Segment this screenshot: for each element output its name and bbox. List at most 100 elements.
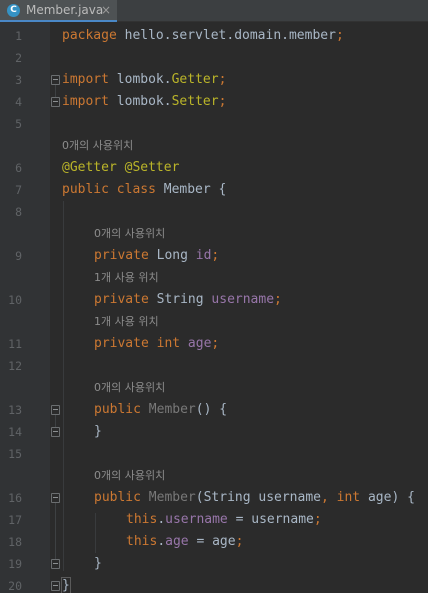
code-text: age) { — [360, 490, 415, 505]
code-type: String — [148, 292, 212, 307]
usage-hint[interactable]: 0개의 사용위치 — [94, 377, 165, 399]
code-type: Long — [148, 248, 196, 263]
fold-icon[interactable] — [51, 405, 60, 415]
fold-icon[interactable] — [51, 581, 60, 591]
code-annotation-class: Setter — [171, 94, 219, 109]
code-brace: } — [94, 424, 102, 439]
code-keyword: int — [328, 490, 361, 505]
line-number: 11 — [8, 337, 22, 351]
code-field: age — [187, 336, 212, 351]
usage-hint[interactable]: 0개의 사용위치 — [94, 223, 165, 245]
line-number: 2 — [15, 51, 22, 65]
line-number: 15 — [8, 447, 22, 461]
line-number: 5 — [15, 117, 22, 131]
fold-icon[interactable] — [51, 559, 60, 569]
code-semicolon: ; — [211, 248, 220, 263]
code-comma: , — [321, 490, 329, 505]
code-annotation: @Getter @Setter — [62, 160, 180, 175]
code-annotation-class: Getter — [171, 72, 219, 87]
fold-connector — [55, 414, 56, 428]
code-text: () { — [195, 402, 228, 417]
line-number: 13 — [8, 403, 22, 417]
code-keyword: import — [62, 94, 109, 109]
code-line: import lombok.Getter; — [62, 69, 226, 91]
line-number: 17 — [8, 513, 22, 527]
code-semicolon: ; — [335, 28, 344, 43]
code-text: . — [157, 512, 166, 527]
code-constructor-name: Member — [140, 490, 196, 505]
code-line: public Member(String username, int age) … — [94, 487, 415, 509]
code-line: package hello.servlet.domain.member; — [62, 25, 344, 47]
usage-hint[interactable]: 0개의 사용위치 — [62, 135, 133, 157]
code-semicolon: ; — [274, 292, 282, 307]
code-semicolon: ; — [218, 94, 227, 109]
close-icon[interactable]: × — [101, 3, 111, 17]
line-number: 14 — [8, 425, 22, 439]
code-brace: } — [61, 577, 71, 593]
usage-hint[interactable]: 1개 사용 위치 — [94, 267, 159, 289]
code-keyword: private — [94, 248, 149, 263]
line-number: 20 — [8, 579, 22, 593]
fold-connector — [55, 502, 56, 560]
fold-icon[interactable] — [51, 427, 60, 437]
code-keyword: private int — [94, 336, 181, 351]
line-number: 7 — [15, 183, 22, 197]
code-line: public class Member { — [62, 179, 226, 201]
indent-guide — [95, 513, 96, 553]
line-number: 10 — [8, 293, 22, 307]
code-text: = username — [227, 512, 314, 527]
code-text: (String username — [195, 490, 321, 505]
code-semicolon: ; — [218, 72, 227, 87]
tab-member-java[interactable]: C Member.java × — [0, 0, 117, 22]
code-keyword: public — [94, 402, 141, 417]
java-class-icon: C — [7, 4, 20, 17]
code-type — [180, 336, 188, 351]
code-semicolon: ; — [313, 512, 322, 527]
editor-tab-bar: C Member.java × — [0, 0, 428, 22]
line-number: 8 — [15, 205, 22, 219]
code-line: private Long id; — [94, 245, 219, 267]
code-brace: } — [94, 556, 102, 571]
code-keyword: this — [126, 512, 158, 527]
line-number: 19 — [8, 557, 22, 571]
code-constructor-name: Member — [140, 402, 196, 417]
code-line: private int age; — [94, 333, 219, 355]
fold-icon[interactable] — [51, 97, 60, 107]
line-number: 9 — [15, 249, 22, 263]
code-text: hello.servlet.domain.member — [116, 28, 336, 43]
line-number: 6 — [15, 161, 22, 175]
code-line: } — [61, 575, 71, 593]
line-number: 18 — [8, 535, 22, 549]
code-keyword: private — [94, 292, 149, 307]
line-number: 1 — [15, 29, 22, 43]
tab-title: Member.java — [26, 3, 104, 17]
code-line: @Getter @Setter — [62, 157, 179, 179]
code-text: = age — [188, 534, 236, 549]
code-keyword: public class — [62, 182, 156, 197]
usage-hint[interactable]: 1개 사용 위치 — [94, 311, 159, 333]
code-line: public Member() { — [94, 399, 227, 421]
code-line: this.username = username; — [126, 509, 322, 531]
indent-guide — [63, 201, 64, 571]
editor-window: C Member.java × 1 2 3 4 5 6 7 8 9 10 11 … — [0, 0, 428, 593]
code-text: lombok. — [108, 72, 172, 87]
code-line: import lombok.Setter; — [62, 91, 226, 113]
code-line: private String username; — [94, 289, 282, 311]
line-number: 12 — [8, 359, 22, 373]
code-text: . — [157, 534, 166, 549]
code-semicolon: ; — [211, 336, 220, 351]
code-field: username — [165, 512, 228, 527]
code-keyword: public — [94, 490, 141, 505]
code-text: lombok. — [108, 94, 172, 109]
fold-icon[interactable] — [51, 75, 60, 85]
fold-icon[interactable] — [51, 493, 60, 503]
code-line: } — [94, 421, 102, 443]
fold-connector — [55, 84, 56, 98]
line-number: 4 — [15, 95, 22, 109]
code-keyword: package — [62, 28, 117, 43]
code-keyword: import — [62, 72, 109, 87]
line-number: 16 — [8, 491, 22, 505]
code-line: } — [94, 553, 102, 575]
usage-hint[interactable]: 0개의 사용위치 — [94, 465, 165, 487]
code-text: Member { — [155, 182, 227, 197]
